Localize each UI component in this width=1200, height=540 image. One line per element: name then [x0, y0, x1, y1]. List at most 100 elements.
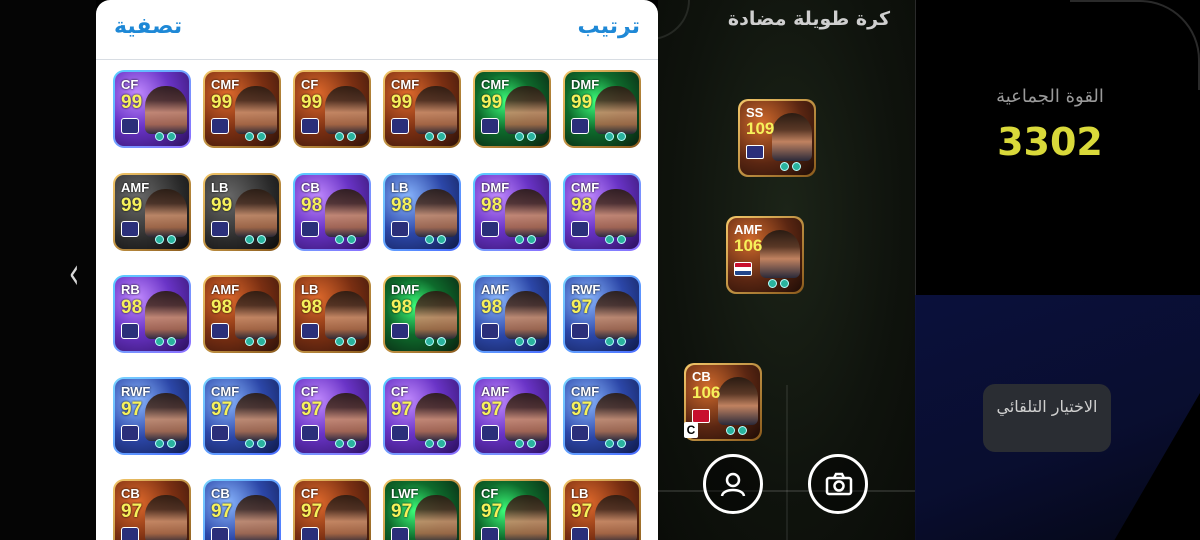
skill-dots — [335, 132, 356, 142]
player-rating: 97 — [571, 297, 593, 318]
player-card[interactable]: CMF 97 — [563, 377, 641, 455]
player-photo — [235, 393, 277, 441]
player-card[interactable]: AMF 97 — [473, 377, 551, 455]
player-card[interactable]: AMF 98 — [203, 275, 281, 353]
player-rating: 98 — [211, 297, 233, 318]
skill-dots — [605, 337, 626, 347]
player-card[interactable]: LB 99 — [203, 173, 281, 251]
auto-select-button[interactable]: الاختيار التلقائي — [983, 384, 1111, 452]
player-rating: 99 — [481, 92, 503, 113]
player-card[interactable]: CMF 97 — [203, 377, 281, 455]
left-strip: ‹ — [0, 0, 96, 540]
camera-button[interactable] — [808, 454, 868, 514]
club-badge-icon — [301, 425, 319, 441]
player-photo — [415, 189, 457, 237]
player-position: LB — [301, 282, 319, 297]
player-card[interactable]: CF 99 — [293, 70, 371, 148]
player-card[interactable]: CB 98 — [293, 173, 371, 251]
player-card[interactable]: CB 97 — [113, 479, 191, 540]
player-card[interactable]: CMF 99 — [203, 70, 281, 148]
player-card[interactable]: RB 98 — [113, 275, 191, 353]
player-card[interactable]: CF 97 — [473, 479, 551, 540]
player-card[interactable]: DMF 98 — [383, 275, 461, 353]
player-rating: 106 — [734, 236, 763, 255]
club-badge-icon — [391, 118, 409, 134]
player-rating: 99 — [121, 92, 143, 113]
card-body: RWF 97 — [565, 277, 639, 351]
skill-dots — [155, 337, 176, 347]
player-rating: 99 — [571, 92, 593, 113]
player-rating: 98 — [301, 297, 323, 318]
player-rating: 97 — [121, 399, 143, 420]
player-card[interactable]: CMF 99 — [473, 70, 551, 148]
player-position: CMF — [211, 77, 240, 92]
player-card[interactable]: CF 97 — [293, 377, 371, 455]
player-rating: 99 — [211, 195, 233, 216]
chevron-left-icon[interactable]: ‹ — [69, 252, 83, 300]
player-card[interactable]: LB 98 — [383, 173, 461, 251]
player-position: AMF — [121, 180, 150, 195]
pitch-player-card[interactable]: SS 109 — [738, 99, 816, 177]
club-badge-icon — [481, 527, 499, 540]
card-body: CMF 99 — [385, 72, 459, 146]
player-card[interactable]: LB 98 — [293, 275, 371, 353]
player-rating: 97 — [391, 501, 413, 522]
player-photo — [325, 291, 367, 339]
player-photo — [235, 495, 277, 540]
player-photo — [145, 86, 187, 134]
player-card[interactable]: CF 97 — [293, 479, 371, 540]
panel-header: تصفية ترتيب — [96, 0, 658, 60]
player-position: LB — [211, 180, 229, 195]
player-rating: 109 — [746, 119, 775, 138]
player-position: CF — [301, 77, 319, 92]
player-card[interactable]: CF 99 — [113, 70, 191, 148]
player-rating: 98 — [391, 297, 413, 318]
player-position: LWF — [391, 486, 419, 501]
skill-dots — [425, 132, 446, 142]
player-position: CMF — [571, 180, 600, 195]
player-rating: 99 — [121, 195, 143, 216]
player-position: CF — [301, 486, 319, 501]
player-card[interactable]: LB 97 — [563, 479, 641, 540]
skill-dots — [425, 439, 446, 449]
player-position: CB — [692, 369, 711, 384]
game-screen: ‹ تصفية ترتيب CF 99 CMF 99 CF 99 CMF 99 CMF 99 DMF… — [0, 0, 1200, 540]
player-card[interactable]: CMF 98 — [563, 173, 641, 251]
player-card[interactable]: DMF 98 — [473, 173, 551, 251]
player-card[interactable]: AMF 98 — [473, 275, 551, 353]
player-card[interactable]: CB 97 — [203, 479, 281, 540]
player-card[interactable]: RWF 97 — [113, 377, 191, 455]
player-photo — [505, 393, 547, 441]
card-body: LB 97 — [565, 481, 639, 540]
card-body: AMF 98 — [205, 277, 279, 351]
club-badge-icon — [481, 323, 499, 339]
player-position: CMF — [481, 77, 510, 92]
player-photo — [718, 377, 758, 425]
card-body: AMF 106 — [728, 218, 802, 292]
pitch-player-card[interactable]: AMF 106 — [726, 216, 804, 294]
player-rating: 98 — [481, 195, 503, 216]
player-card[interactable]: CMF 99 — [383, 70, 461, 148]
filter-button[interactable]: تصفية — [114, 14, 182, 39]
club-badge-icon — [121, 527, 139, 540]
player-position: AMF — [211, 282, 240, 297]
player-photo — [145, 291, 187, 339]
club-badge-icon — [121, 425, 139, 441]
player-photo — [145, 189, 187, 237]
player-position: DMF — [481, 180, 510, 195]
club-badge-icon — [121, 323, 139, 339]
skill-dots — [515, 439, 536, 449]
skill-dots — [425, 235, 446, 245]
player-card[interactable]: LWF 97 — [383, 479, 461, 540]
card-body: CF 97 — [295, 379, 369, 453]
player-rating: 98 — [481, 297, 503, 318]
card-body: DMF 98 — [475, 175, 549, 249]
skill-dots — [335, 439, 356, 449]
club-badge-icon — [301, 527, 319, 540]
player-card[interactable]: AMF 99 — [113, 173, 191, 251]
player-card[interactable]: CF 97 — [383, 377, 461, 455]
player-card[interactable]: DMF 99 — [563, 70, 641, 148]
player-card[interactable]: RWF 97 — [563, 275, 641, 353]
player-rating: 98 — [121, 297, 143, 318]
profile-button[interactable] — [703, 454, 763, 514]
